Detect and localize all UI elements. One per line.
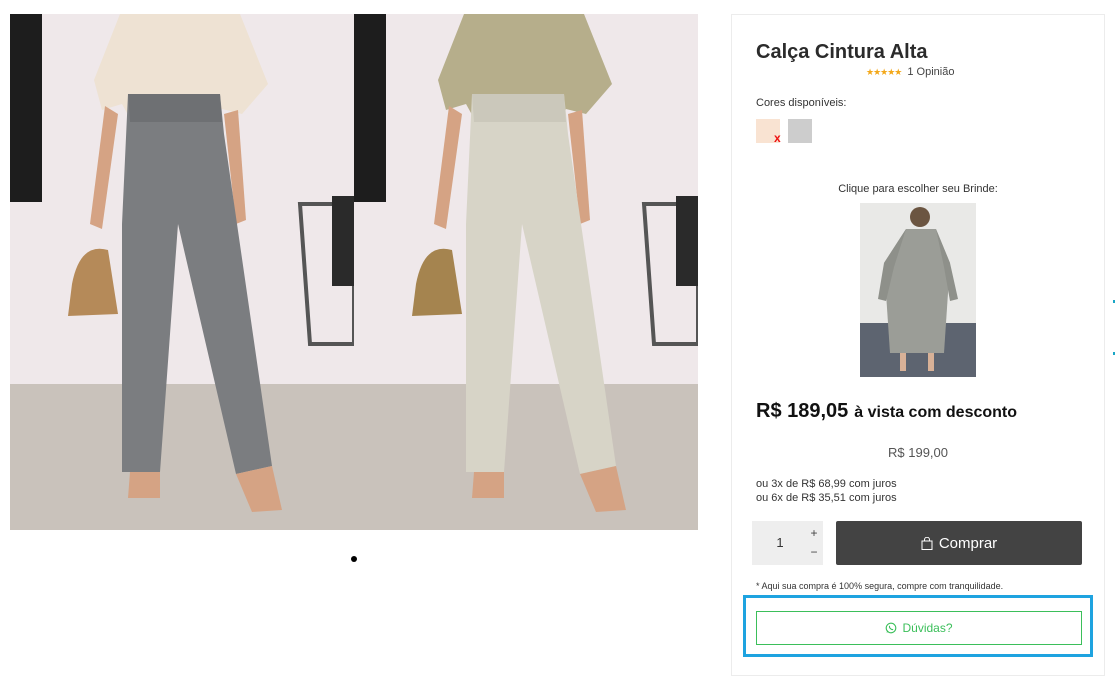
buy-button-label: Comprar <box>938 534 998 552</box>
gift-dress-photo <box>860 203 976 377</box>
installment-3x: ou 3x de R$ 68,99 com juros <box>756 478 897 490</box>
installments: ou 3x de R$ 68,99 com juros ou 6x de R$ … <box>756 477 897 505</box>
doubts-button[interactable]: Dúvidas? <box>756 611 1082 645</box>
gift-dress-image[interactable] <box>860 203 976 377</box>
doubts-button-label: Dúvidas? <box>902 621 953 635</box>
secure-note: * Aqui sua compra é 100% segura, compre … <box>756 581 1004 591</box>
color-swatch-beige[interactable]: x <box>756 119 781 145</box>
gray-pants-photo <box>10 14 354 530</box>
carousel-dot-active[interactable] <box>351 556 357 562</box>
quantity-minus-button[interactable]: − <box>807 544 821 560</box>
price-main: R$ 189,05 <box>756 400 849 422</box>
unavailable-x-icon: x <box>774 131 781 145</box>
quantity-plus-button[interactable]: + <box>807 525 821 541</box>
product-gallery[interactable] <box>10 14 698 530</box>
price-row: R$ 189,05 à vista com desconto <box>756 400 1017 423</box>
buy-button[interactable]: Comprar <box>836 521 1082 565</box>
edge-marker <box>1113 300 1115 303</box>
rating-stars-icon: ★★★★★ <box>866 66 902 77</box>
edge-marker <box>1113 352 1115 355</box>
shopping-bag-icon <box>921 536 933 550</box>
product-photo-gray[interactable] <box>10 14 354 530</box>
colors-label: Cores disponíveis: <box>756 97 847 109</box>
whatsapp-icon <box>886 622 897 634</box>
product-card: Calça Cintura Alta ★★★★★ 1 Opinião Cores… <box>731 14 1105 676</box>
quantity-input[interactable]: 1 <box>752 521 808 565</box>
color-swatch-gray[interactable] <box>788 119 812 143</box>
beige-pants-photo <box>354 14 698 530</box>
quantity-stepper[interactable]: 1 + − <box>752 521 823 565</box>
price-old: R$ 199,00 <box>888 445 948 460</box>
price-suffix: à vista com desconto <box>854 404 1018 421</box>
gift-label: Clique para escolher seu Brinde: <box>838 183 998 195</box>
product-rating[interactable]: ★★★★★ 1 Opinião <box>866 66 954 78</box>
rating-count[interactable]: 1 Opinião <box>907 66 954 78</box>
product-photo-beige[interactable] <box>354 14 698 530</box>
installment-6x: ou 6x de R$ 35,51 com juros <box>756 492 897 504</box>
product-title: Calça Cintura Alta <box>756 41 928 63</box>
